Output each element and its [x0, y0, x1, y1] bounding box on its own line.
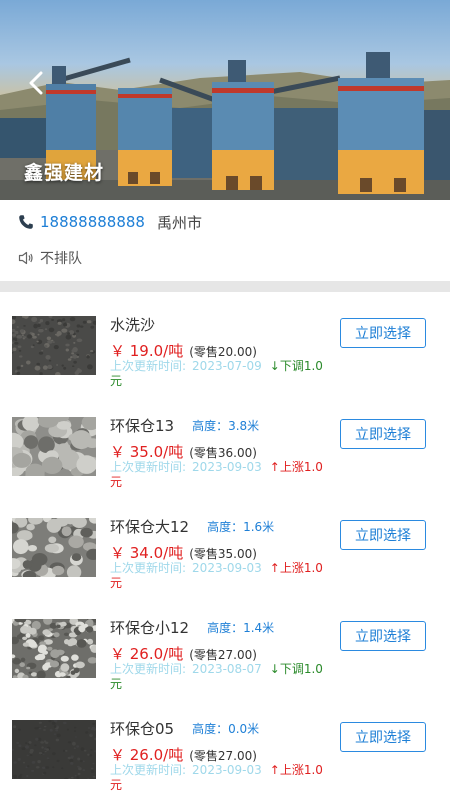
- update-label: 上次更新时间:: [110, 460, 187, 474]
- material-image: [12, 619, 96, 678]
- update-date: 2023-09-03: [192, 763, 262, 777]
- chevron-left-icon: [29, 71, 43, 95]
- product-thumbnail: [12, 417, 96, 476]
- product-price: ￥ 26.0/吨: [110, 746, 184, 764]
- product-item: 环保仓小12 高度：1.4米 ￥ 26.0/吨 (零售27.00) 上次更新时间…: [0, 607, 450, 708]
- product-name: 环保仓13: [110, 417, 175, 435]
- product-retail-price: (零售35.00): [189, 547, 257, 561]
- select-button[interactable]: 立即选择: [340, 520, 426, 550]
- product-name: 环保仓大12: [110, 518, 190, 536]
- product-item: 环保仓大12 高度：1.6米 ￥ 34.0/吨 (零售35.00) 上次更新时间…: [0, 506, 450, 607]
- update-date: 2023-08-07: [192, 662, 262, 676]
- product-item: 水洗沙 ￥ 19.0/吨 (零售20.00) 上次更新时间: 2023-07-09…: [0, 304, 450, 405]
- update-label: 上次更新时间:: [110, 359, 187, 373]
- product-height: 高度：0.0米: [192, 722, 260, 736]
- back-button[interactable]: [22, 66, 50, 100]
- product-thumbnail: [12, 316, 96, 375]
- product-item: 环保仓13 高度：3.8米 ￥ 35.0/吨 (零售36.00) 上次更新时间:…: [0, 405, 450, 506]
- select-button[interactable]: 立即选择: [340, 722, 426, 752]
- update-label: 上次更新时间:: [110, 561, 187, 575]
- material-image: [12, 417, 96, 476]
- product-price: ￥ 19.0/吨: [110, 342, 184, 360]
- queue-status-text: 不排队: [40, 251, 82, 267]
- city-label: 禹州市: [156, 213, 202, 232]
- product-thumbnail: [12, 619, 96, 678]
- select-button[interactable]: 立即选择: [340, 621, 426, 651]
- product-name: 环保仓小12: [110, 619, 190, 637]
- product-name: 环保仓05: [110, 720, 175, 738]
- product-height: 高度：3.8米: [192, 419, 260, 433]
- product-retail-price: (零售20.00): [189, 345, 257, 359]
- update-label: 上次更新时间:: [110, 662, 187, 676]
- product-retail-price: (零售36.00): [189, 446, 257, 460]
- phone-icon: [18, 214, 34, 230]
- section-divider: [0, 281, 450, 292]
- material-image: [12, 316, 96, 375]
- product-retail-price: (零售27.00): [189, 749, 257, 763]
- speaker-icon: [18, 251, 34, 265]
- material-image: [12, 518, 96, 577]
- product-height: 高度：1.4米: [207, 621, 275, 635]
- update-date: 2023-09-03: [192, 460, 262, 474]
- product-name: 水洗沙: [110, 316, 156, 334]
- select-button[interactable]: 立即选择: [340, 318, 426, 348]
- update-label: 上次更新时间:: [110, 763, 187, 777]
- product-height: 高度：1.6米: [207, 520, 275, 534]
- material-image: [12, 720, 96, 779]
- contact-row: 18888888888 禹州市: [18, 200, 432, 244]
- product-thumbnail: [12, 518, 96, 577]
- product-list: 水洗沙 ￥ 19.0/吨 (零售20.00) 上次更新时间: 2023-07-09…: [0, 292, 450, 800]
- update-date: 2023-09-03: [192, 561, 262, 575]
- shop-info: 18888888888 禹州市 不排队: [0, 200, 450, 272]
- product-price: ￥ 34.0/吨: [110, 544, 184, 562]
- select-button[interactable]: 立即选择: [340, 419, 426, 449]
- product-price: ￥ 35.0/吨: [110, 443, 184, 461]
- update-date: 2023-07-09: [192, 359, 262, 373]
- hero-banner: 鑫强建材: [0, 0, 450, 200]
- product-thumbnail: [12, 720, 96, 779]
- product-retail-price: (零售27.00): [189, 648, 257, 662]
- product-price: ￥ 26.0/吨: [110, 645, 184, 663]
- queue-status-row: 不排队: [18, 244, 432, 272]
- shop-name: 鑫强建材: [24, 162, 105, 184]
- phone-number-link[interactable]: 18888888888: [40, 213, 145, 231]
- product-item: 环保仓05 高度：0.0米 ￥ 26.0/吨 (零售27.00) 上次更新时间:…: [0, 708, 450, 800]
